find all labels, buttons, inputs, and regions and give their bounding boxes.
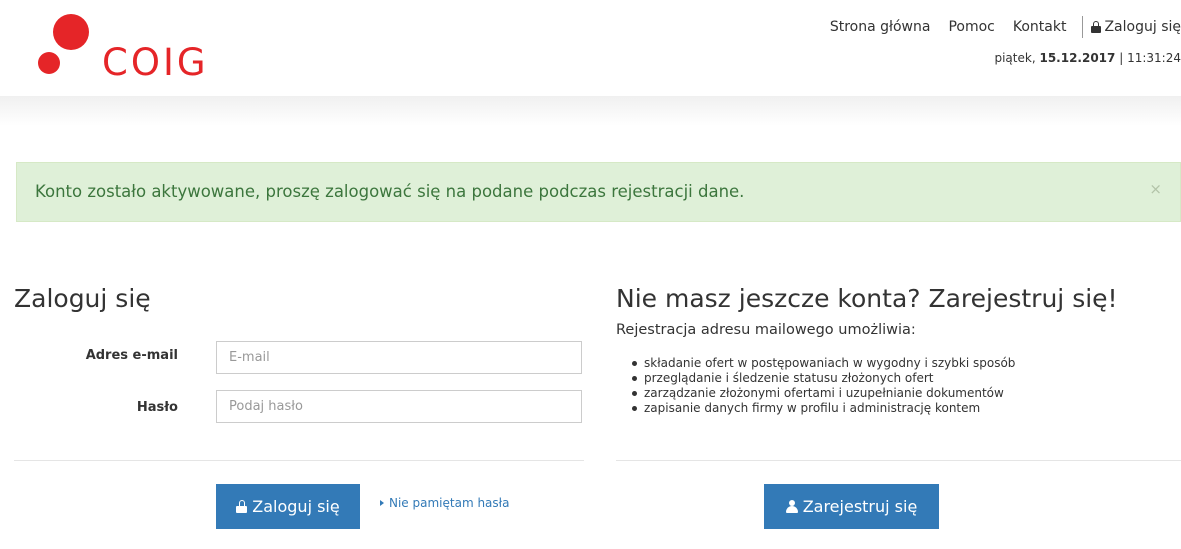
- list-item: składanie ofert w postępowaniach w wygod…: [628, 356, 1015, 371]
- register-button[interactable]: Zarejestruj się: [764, 484, 939, 529]
- register-button-label: Zarejestruj się: [802, 497, 918, 516]
- login-divider: [14, 460, 584, 461]
- logo-text: COIG: [102, 41, 209, 84]
- nav-login-link[interactable]: Zaloguj się: [1091, 19, 1181, 35]
- list-item: zapisanie danych firmy w profilu i admin…: [628, 401, 1015, 416]
- login-button-label: Zaloguj się: [252, 497, 340, 516]
- close-icon[interactable]: ×: [1149, 180, 1162, 198]
- header-shadow: [0, 96, 1181, 126]
- nav-divider: [1082, 16, 1084, 38]
- nav-help-link[interactable]: Pomoc: [948, 19, 994, 35]
- list-item: przeglądanie i śledzenie statusu złożony…: [628, 371, 1015, 386]
- alert-message: Konto zostało aktywowane, proszę zalogow…: [35, 182, 745, 201]
- email-label: Adres e-mail: [85, 348, 178, 363]
- forgot-password-label: Nie pamiętam hasła: [389, 496, 510, 510]
- current-time: 11:31:24: [1127, 51, 1181, 65]
- top-navigation: Strona główna Pomoc Kontakt Zaloguj się: [812, 16, 1181, 38]
- forgot-password-link[interactable]: Nie pamiętam hasła: [380, 496, 509, 510]
- weekday: piątek,: [994, 51, 1036, 65]
- password-label: Hasło: [136, 400, 178, 415]
- success-alert: Konto zostało aktywowane, proszę zalogow…: [16, 162, 1181, 222]
- lock-icon: [236, 500, 248, 513]
- nav-contact-link[interactable]: Kontakt: [1013, 19, 1067, 35]
- password-field[interactable]: [216, 390, 582, 423]
- user-icon: [785, 500, 798, 513]
- current-date: 15.12.2017: [1039, 51, 1116, 65]
- benefits-list: składanie ofert w postępowaniach w wygod…: [628, 356, 1015, 416]
- logo-dot-small: [38, 52, 60, 74]
- date-separator: |: [1119, 51, 1124, 65]
- coig-logo[interactable]: COIG: [38, 14, 238, 84]
- email-field[interactable]: [216, 341, 582, 374]
- header: COIG Strona główna Pomoc Kontakt Zaloguj…: [0, 0, 1181, 96]
- date-time: piątek, 15.12.2017 | 11:31:24: [994, 51, 1181, 65]
- nav-home-link[interactable]: Strona główna: [830, 19, 931, 35]
- register-heading: Nie masz jeszcze konta? Zarejestruj się!: [616, 284, 1118, 313]
- nav-login-label: Zaloguj się: [1104, 19, 1181, 35]
- register-divider: [616, 460, 1181, 461]
- list-item: zarządzanie złożonymi ofertami i uzupełn…: [628, 386, 1015, 401]
- login-button[interactable]: Zaloguj się: [216, 484, 360, 529]
- page: COIG Strona główna Pomoc Kontakt Zaloguj…: [0, 0, 1181, 549]
- caret-right-icon: [380, 500, 384, 506]
- logo-dot-large: [53, 14, 89, 50]
- lock-icon: [1091, 21, 1102, 33]
- register-subtitle: Rejestracja adresu mailowego umożliwia:: [616, 322, 916, 338]
- login-heading: Zaloguj się: [14, 284, 151, 313]
